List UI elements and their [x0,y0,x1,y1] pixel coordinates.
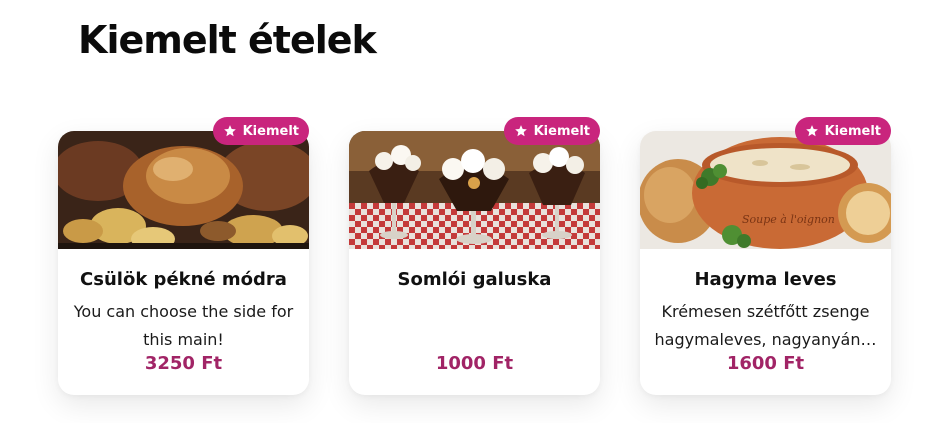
star-icon [514,125,527,137]
star-icon [805,125,818,137]
featured-badge-label: Kiemelt [533,123,590,139]
food-price: 1000 Ft [435,353,514,374]
food-title[interactable]: Somlói galuska [349,269,600,290]
food-title[interactable]: Csülök pékné módra [58,269,309,290]
featured-badge-label: Kiemelt [242,123,299,139]
food-card-hagyma[interactable]: Soupe à l'oignon Kiemelt Hagyma leves Kr… [640,117,891,395]
featured-badge: Kiemelt [503,117,600,145]
food-image-pork-knuckle [58,131,309,249]
page-title: Kiemelt ételek [78,18,377,62]
food-card-csulok[interactable]: Kiemelt Csülök pékné módra You can choos… [58,117,309,395]
svg-text:Soupe à l'oignon: Soupe à l'oignon [742,213,835,226]
food-card-somloi[interactable]: Kiemelt Somlói galuska 1000 Ft [349,117,600,395]
food-image-somloi [349,131,600,249]
food-price: 1600 Ft [726,353,805,374]
food-title[interactable]: Hagyma leves [640,269,891,290]
food-description: You can choose the side for this main! [73,302,294,349]
food-price: 3250 Ft [144,353,223,374]
featured-badge: Kiemelt [794,117,891,145]
featured-badge-label: Kiemelt [824,123,881,139]
food-image-onion-soup: Soupe à l'oignon [640,131,891,249]
featured-badge: Kiemelt [212,117,309,145]
star-icon [223,125,236,137]
food-description: Krémesen szétfőtt zsenge hagymaleves, na… [654,302,877,349]
